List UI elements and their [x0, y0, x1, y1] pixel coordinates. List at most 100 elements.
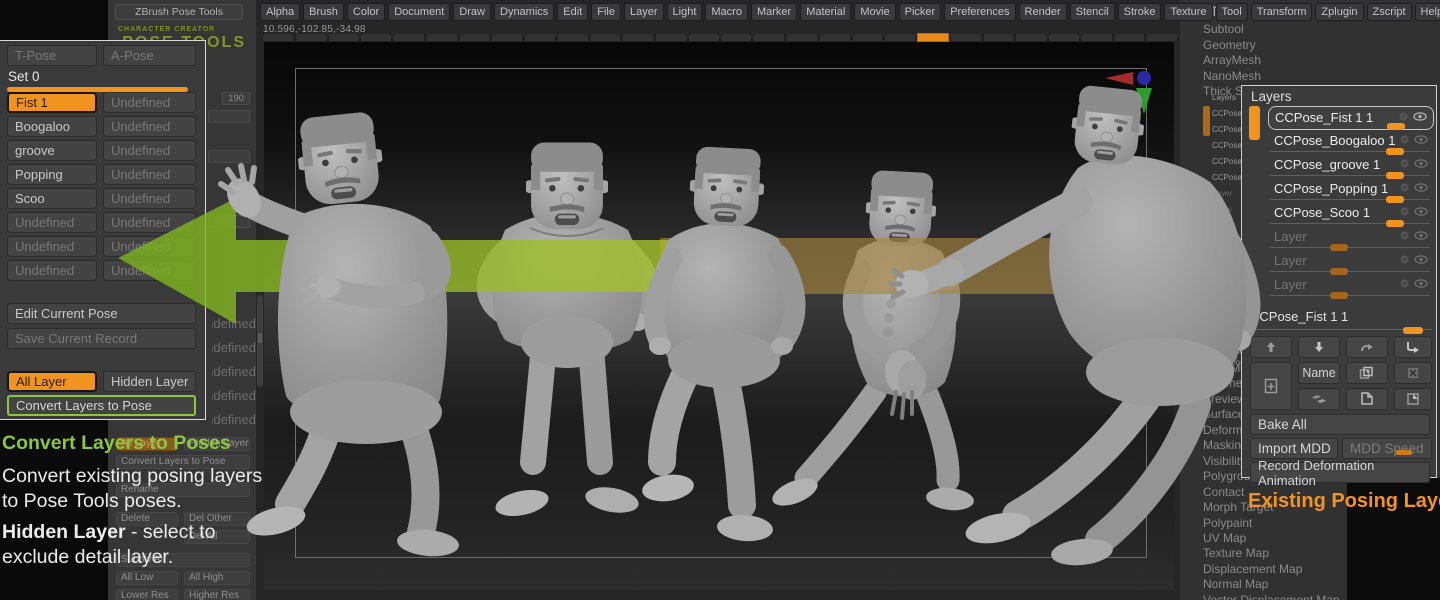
layer-name-slider[interactable] — [1403, 327, 1423, 334]
eye-icon[interactable] — [1414, 183, 1428, 192]
pose-slot-scoo[interactable]: Scoo — [7, 188, 97, 209]
pose-slot-undefined-right[interactable]: Undefined — [103, 140, 196, 161]
menu-item-brush[interactable]: Brush — [303, 3, 344, 21]
menu-item-draw[interactable]: Draw — [453, 3, 491, 21]
menu-item-stroke[interactable]: Stroke — [1118, 3, 1162, 21]
menu-item-material[interactable]: Material — [800, 3, 851, 21]
figure-5[interactable] — [890, 84, 1251, 568]
pose-slot-undefined-right[interactable]: Undefined — [103, 164, 196, 185]
record-dot-icon[interactable] — [1400, 183, 1409, 192]
layer-row-layer[interactable]: Layer — [1268, 274, 1434, 298]
hidden-layer-bold: Hidden Layer — [2, 521, 126, 543]
delete-layer-button[interactable] — [1394, 362, 1432, 384]
layer-divider — [1270, 151, 1430, 152]
layer-row-layer[interactable]: Layer — [1268, 250, 1434, 274]
record-dot-icon[interactable] — [1399, 112, 1408, 121]
all-layer-button[interactable]: All Layer — [7, 371, 97, 392]
figure-1[interactable] — [220, 110, 460, 558]
pose-slot-fist-1[interactable]: Fist 1 — [7, 92, 97, 113]
record-dot-icon[interactable] — [1400, 231, 1409, 240]
mdd-speed-handle[interactable] — [1396, 450, 1412, 455]
fold-corner-button[interactable] — [1394, 388, 1432, 410]
menu-item-light[interactable]: Light — [667, 3, 703, 21]
eye-icon[interactable] — [1414, 255, 1428, 264]
figure-3[interactable] — [640, 146, 795, 543]
layer-divider — [1270, 175, 1430, 176]
pose-slot-undefined[interactable]: Undefined — [7, 260, 97, 281]
layer-row-ccpose_fist-1-1[interactable]: CCPose_Fist 1 1 — [1268, 106, 1434, 130]
redo-layer-button[interactable] — [1346, 336, 1388, 358]
layer-row-ccpose_scoo-1[interactable]: CCPose_Scoo 1 — [1268, 202, 1434, 226]
layer-intensity-slider[interactable] — [1330, 292, 1348, 299]
record-dot-icon[interactable] — [1400, 135, 1409, 144]
record-dot-icon[interactable] — [1400, 159, 1409, 168]
save-current-record-button[interactable]: Save Current Record — [7, 328, 196, 349]
menu-item-layer[interactable]: Layer — [624, 3, 664, 21]
record-dot-icon[interactable] — [1400, 207, 1409, 216]
branch-arrow-icon — [1406, 341, 1420, 353]
layer-row-icons — [1399, 112, 1427, 121]
zbrush-window: ZBrush Pose Tools CHARACTER CREATOR POSE… — [0, 0, 1440, 600]
hidden-layer-button[interactable]: Hidden Layer — [103, 371, 196, 392]
characters-over-band[interactable] — [200, 40, 1280, 600]
t-pose-button[interactable]: T-Pose — [7, 45, 97, 66]
menubar: AlphaBrushColorDocumentDrawDynamicsEditF… — [260, 1, 1180, 22]
pose-slot-popping[interactable]: Popping — [7, 164, 97, 185]
a-pose-button[interactable]: A-Pose — [103, 45, 196, 66]
eye-icon[interactable] — [1414, 231, 1428, 240]
menu-item-zscript[interactable]: Zscript — [1367, 3, 1412, 21]
pose-slot-undefined-right[interactable]: Undefined — [103, 116, 196, 137]
menu-item-stencil[interactable]: Stencil — [1070, 3, 1115, 21]
duplicate-layer-button[interactable] — [1346, 362, 1388, 384]
pose-slot-boogaloo[interactable]: Boogaloo — [7, 116, 97, 137]
mdd-speed-slider[interactable]: MDD Speed — [1342, 438, 1432, 459]
menu-item-transform[interactable]: Transform — [1251, 3, 1313, 21]
menu-item-marker[interactable]: Marker — [751, 3, 797, 21]
layer-row-ccpose_popping-1[interactable]: CCPose_Popping 1 — [1268, 178, 1434, 202]
duplicate-icon — [1359, 366, 1375, 380]
move-layer-down-button[interactable] — [1298, 336, 1340, 358]
menu-item-render[interactable]: Render — [1019, 3, 1067, 21]
pose-slot-undefined[interactable]: Undefined — [7, 212, 97, 233]
menu-item-file[interactable]: File — [591, 3, 621, 21]
menu-item-picker[interactable]: Picker — [899, 3, 942, 21]
layer-divider — [1270, 199, 1430, 200]
menu-item-movie[interactable]: Movie — [854, 3, 895, 21]
eye-icon[interactable] — [1414, 279, 1428, 288]
eye-icon[interactable] — [1414, 159, 1428, 168]
layer-intensity-slider[interactable] — [1387, 123, 1405, 130]
menu-item-edit[interactable]: Edit — [557, 3, 588, 21]
pose-slot-undefined[interactable]: Undefined — [7, 236, 97, 257]
menu-item-dynamics[interactable]: Dynamics — [494, 3, 554, 21]
record-dot-icon[interactable] — [1400, 255, 1409, 264]
menu-item-preferences[interactable]: Preferences — [944, 3, 1015, 21]
eye-icon[interactable] — [1413, 112, 1427, 121]
eye-icon[interactable] — [1414, 135, 1428, 144]
pose-slot-groove[interactable]: groove — [7, 140, 97, 161]
bg-lower-res-button[interactable]: Lower Res — [116, 589, 178, 600]
split-layer-button[interactable] — [1346, 388, 1388, 410]
name-layer-button[interactable]: Name — [1298, 362, 1340, 384]
menu-item-color[interactable]: Color — [347, 3, 385, 21]
pose-slot-undefined-right[interactable]: Undefined — [103, 92, 196, 113]
merge-down-icon — [1311, 394, 1327, 404]
record-dot-icon[interactable] — [1400, 279, 1409, 288]
menu-item-help[interactable]: Help — [1415, 3, 1440, 21]
convert-layers-to-pose-button[interactable]: Convert Layers to Pose — [7, 395, 196, 416]
layer-row-ccpose_boogaloo-1[interactable]: CCPose_Boogaloo 1 — [1268, 130, 1434, 154]
merge-down-button[interactable] — [1298, 388, 1340, 410]
menu-item-tool[interactable]: Tool — [1216, 3, 1248, 21]
layer-row-icons — [1400, 207, 1428, 216]
tool-section-subtool[interactable]: Subtool — [1203, 22, 1244, 36]
menu-item-texture[interactable]: Texture — [1164, 3, 1212, 21]
menu-item-zplugin[interactable]: Zplugin — [1315, 3, 1363, 21]
menu-item-alpha[interactable]: Alpha — [260, 3, 300, 21]
menu-item-macro[interactable]: Macro — [705, 3, 748, 21]
menu-item-document[interactable]: Document — [388, 3, 450, 21]
branch-arrow-button[interactable] — [1394, 336, 1432, 358]
layer-row-layer[interactable]: Layer — [1268, 226, 1434, 250]
eye-icon[interactable] — [1414, 207, 1428, 216]
layer-row-ccpose_groove-1[interactable]: CCPose_groove 1 — [1268, 154, 1434, 178]
bg-all-low-button[interactable]: All Low — [116, 571, 178, 585]
layer-rows: CCPose_Fist 1 1CCPose_Boogaloo 1CCPose_g… — [1268, 103, 1434, 318]
